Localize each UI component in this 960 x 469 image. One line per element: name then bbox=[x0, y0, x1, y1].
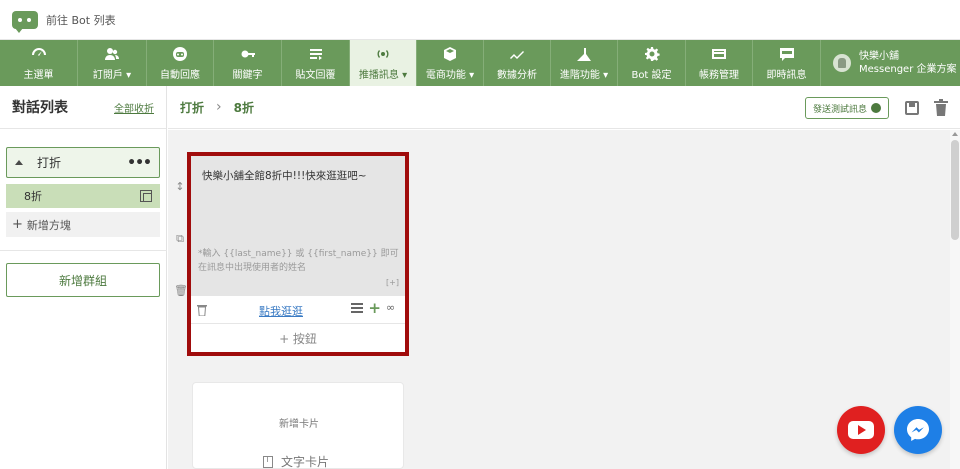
nav-item-bot-settings[interactable]: Bot 設定 bbox=[618, 40, 686, 86]
block-item[interactable]: 8折 bbox=[6, 184, 160, 208]
collapse-all-link[interactable]: 全部收折 bbox=[114, 100, 154, 115]
add-plus-icon[interactable]: + bbox=[368, 301, 381, 316]
nav-item-post-reply[interactable]: 貼文回覆 bbox=[282, 40, 350, 86]
card-icon bbox=[711, 46, 727, 62]
add-block-button[interactable]: + 新增方塊 bbox=[6, 212, 160, 237]
plus-icon: + bbox=[12, 217, 23, 232]
nav-item-subscribers[interactable]: 訂閱戶 ▾ bbox=[78, 40, 147, 86]
send-test-message-button[interactable]: 發送測試訊息 bbox=[805, 97, 889, 119]
account-switcher[interactable]: 快樂小舖 Messenger 企業方案 bbox=[821, 40, 956, 86]
card-message-text[interactable]: 快樂小舖全館8折中!!!快來逛逛吧~ bbox=[202, 168, 367, 183]
vertical-scrollbar[interactable] bbox=[950, 130, 960, 469]
new-group-button[interactable]: 新增群組 bbox=[6, 263, 160, 297]
scroll-up-icon[interactable] bbox=[952, 132, 958, 136]
broadcast-icon bbox=[375, 46, 391, 62]
nav-item-main-menu[interactable]: 主選單 bbox=[0, 40, 78, 86]
main-nav: 主選單 訂閱戶 ▾ 自動回應 關鍵字 貼文回覆 推播訊息 ▾ 電商功能 ▾ 數據… bbox=[0, 40, 960, 86]
account-plan: Messenger 企業方案 bbox=[859, 64, 957, 75]
copy-icon[interactable] bbox=[140, 190, 152, 202]
live-chat-icon bbox=[779, 46, 795, 62]
delete-card-icon[interactable]: 🗑 bbox=[174, 284, 188, 298]
new-card-title: 新增卡片 bbox=[279, 419, 319, 430]
block-name: 8折 bbox=[24, 190, 42, 203]
insert-variable-tag[interactable]: [+] bbox=[386, 278, 399, 287]
list-icon[interactable] bbox=[351, 303, 364, 313]
add-button[interactable]: + 按鈕 bbox=[191, 325, 405, 352]
card-button-link[interactable]: 點我逛逛 bbox=[259, 303, 303, 319]
scrollbar-thumb[interactable] bbox=[951, 140, 959, 240]
bot-face-icon bbox=[172, 46, 188, 62]
nav-item-keywords[interactable]: 關鍵字 bbox=[214, 40, 282, 86]
advanced-icon bbox=[576, 46, 592, 62]
chart-line-icon bbox=[509, 46, 525, 62]
duplicate-icon[interactable]: ⧉ bbox=[174, 232, 186, 246]
account-name: 快樂小舖 bbox=[859, 51, 899, 62]
drag-handle-icon[interactable]: ↕ bbox=[174, 180, 186, 194]
caret-up-icon[interactable] bbox=[15, 160, 23, 165]
nav-item-auto-reply[interactable]: 自動回應 bbox=[147, 40, 214, 86]
reply-icon bbox=[308, 46, 324, 62]
back-to-bot-list-link[interactable]: 前往 Bot 列表 bbox=[46, 12, 116, 28]
nav-item-live-chat[interactable]: 即時訊息 bbox=[753, 40, 821, 86]
breadcrumb-group[interactable]: 打折 bbox=[180, 99, 204, 116]
trash-icon[interactable] bbox=[934, 99, 948, 116]
save-icon[interactable] bbox=[905, 101, 919, 115]
nav-item-ecommerce[interactable]: 電商功能 ▾ bbox=[417, 40, 484, 86]
link-icon[interactable]: ∞ bbox=[386, 302, 399, 313]
users-icon bbox=[104, 46, 120, 62]
text-card-icon bbox=[263, 455, 273, 468]
nav-item-billing[interactable]: 帳務管理 bbox=[686, 40, 753, 86]
sidebar-divider bbox=[0, 250, 167, 251]
delete-button-icon[interactable] bbox=[197, 304, 207, 316]
account-avatar bbox=[833, 54, 851, 72]
gear-icon bbox=[644, 46, 660, 62]
card-button-row: 點我逛逛 + ∞ bbox=[191, 296, 405, 324]
sidebar-title: 對話列表 bbox=[12, 100, 68, 116]
nav-item-broadcast[interactable]: 推播訊息 ▾ bbox=[350, 40, 417, 86]
messenger-button[interactable] bbox=[894, 406, 942, 454]
card-side-tools: ↕ ⧉ 🗑 bbox=[174, 180, 188, 336]
box-icon bbox=[442, 46, 458, 62]
group-name: 打折 bbox=[37, 156, 62, 170]
content-header: 打折 › 8折 發送測試訊息 bbox=[168, 86, 960, 129]
key-icon bbox=[240, 46, 256, 62]
group-item[interactable]: 打折 ••• bbox=[6, 147, 160, 178]
text-card: 快樂小舖全館8折中!!!快來逛逛吧~ *輸入 {{last_name}} 或 {… bbox=[187, 152, 409, 356]
dashboard-icon bbox=[31, 46, 47, 62]
breadcrumb-separator-icon: › bbox=[216, 99, 222, 115]
youtube-icon bbox=[848, 421, 874, 439]
breadcrumb-block: 8折 bbox=[233, 100, 254, 115]
add-text-card-option[interactable]: 文字卡片 bbox=[263, 453, 329, 469]
new-card-panel: 新增卡片 文字卡片 bbox=[192, 382, 404, 469]
card-hint-text: *輸入 {{last_name}} 或 {{first_name}} 即可在訊息… bbox=[198, 249, 399, 273]
more-options-icon[interactable]: ••• bbox=[127, 155, 152, 171]
nav-item-advanced[interactable]: 進階功能 ▾ bbox=[551, 40, 618, 86]
add-block-label: 新增方塊 bbox=[26, 218, 71, 232]
messenger-icon bbox=[871, 103, 881, 113]
bot-logo-icon bbox=[12, 10, 38, 33]
top-bar: 前往 Bot 列表 bbox=[0, 0, 960, 40]
nav-item-analytics[interactable]: 數據分析 bbox=[484, 40, 551, 86]
youtube-button[interactable] bbox=[837, 406, 885, 454]
card-text-area[interactable]: 快樂小舖全館8折中!!!快來逛逛吧~ *輸入 {{last_name}} 或 {… bbox=[191, 156, 405, 296]
messenger-chat-icon bbox=[907, 419, 929, 441]
